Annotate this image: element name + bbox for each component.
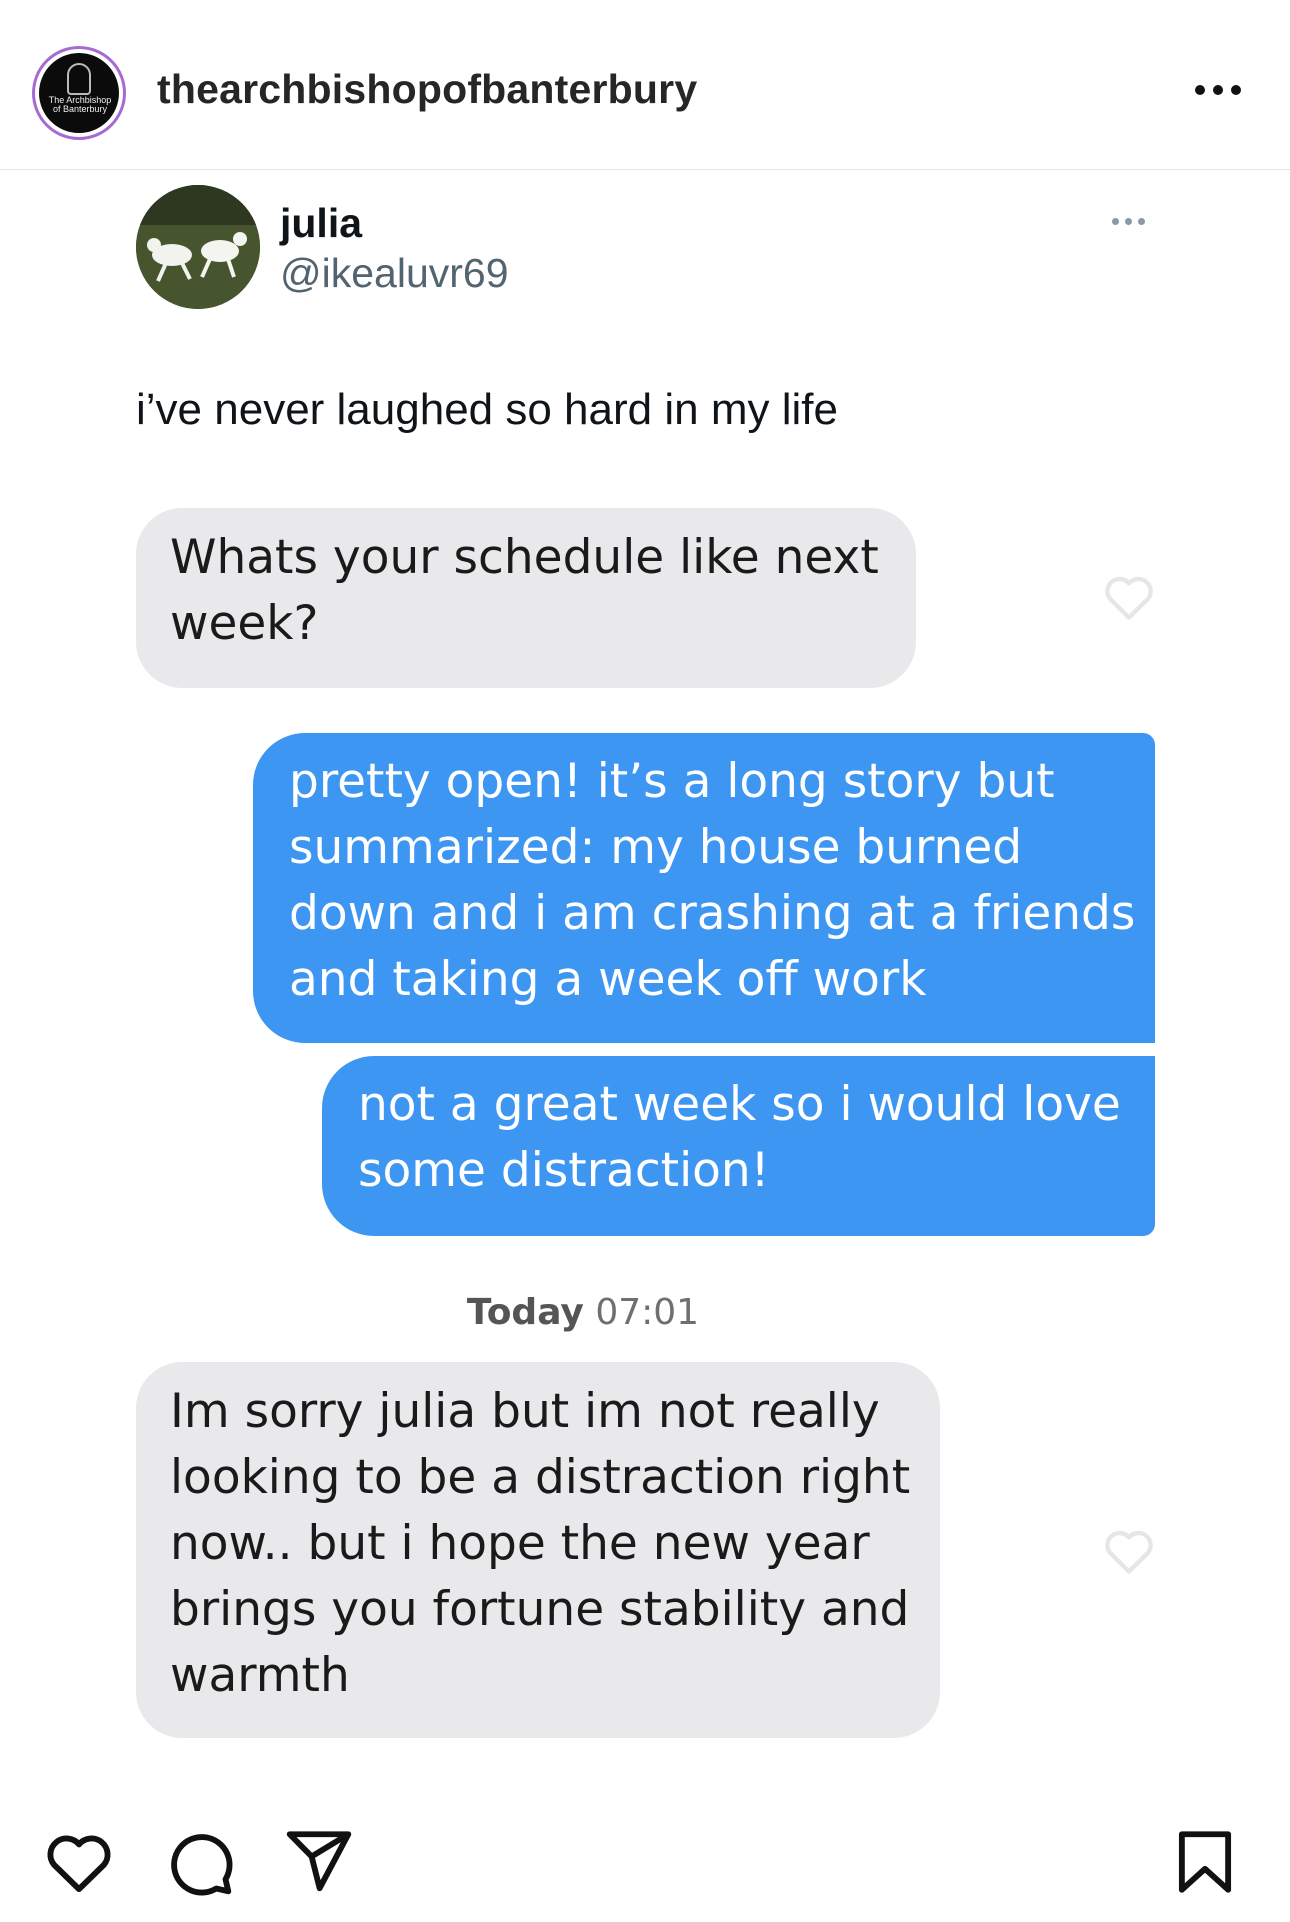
chat-message-incoming: Whats your schedule like next week? [136,508,916,688]
message-line: looking to be a distraction right [170,1450,911,1505]
tweet-text: i’ve never laughed so hard in my life [136,385,838,434]
account-username[interactable]: thearchbishopofbanterbury [157,66,697,113]
heart-icon[interactable] [42,1825,116,1899]
message-line: not a great week so i would love [358,1077,1121,1132]
crest-icon [67,63,91,95]
chat-message-outgoing: not a great week so i would love some di… [322,1056,1155,1236]
timestamp-day: Today [466,1292,584,1333]
paper-plane-icon[interactable] [282,1825,356,1899]
heart-outline-icon [1105,576,1153,620]
tweet-author-name: julia [280,200,363,246]
ellipsis-icon [1112,218,1145,225]
heart-outline-icon [1105,1530,1153,1574]
message-line: summarized: my house burned [289,820,1023,875]
timestamp-time: 07:01 [595,1292,700,1333]
post-options-icon[interactable] [1195,80,1255,100]
account-avatar[interactable]: The Archbishop of Banterbury [32,46,126,140]
message-line: now.. but i hope the new year [170,1516,870,1571]
bookmark-icon[interactable] [1168,1825,1242,1899]
message-line: Im sorry julia but im not really [170,1384,880,1439]
message-line: and taking a week off work [289,952,927,1007]
message-line: pretty open! it’s a long story but [289,754,1055,809]
comment-icon[interactable] [162,1825,236,1899]
message-line: week? [170,596,319,651]
post-header: The Archbishop of Banterbury thearchbish… [0,0,1290,170]
message-line: some distraction! [358,1143,770,1198]
message-line: warmth [170,1648,350,1703]
avatar-image: The Archbishop of Banterbury [39,53,119,133]
chat-timestamp: Today 07:01 [0,1292,1166,1333]
tweet-author-handle: @ikealuvr69 [280,250,509,296]
avatar-logo-text: The Archbishop of Banterbury [48,95,112,114]
message-line: Whats your schedule like next [170,530,879,585]
chat-message-outgoing: pretty open! it’s a long story but summa… [253,733,1155,1043]
message-line: down and i am crashing at a friends [289,886,1136,941]
tweet-avatar [136,185,260,309]
message-line: brings you fortune stability and [170,1582,910,1637]
chat-message-incoming: Im sorry julia but im not really looking… [136,1362,940,1738]
